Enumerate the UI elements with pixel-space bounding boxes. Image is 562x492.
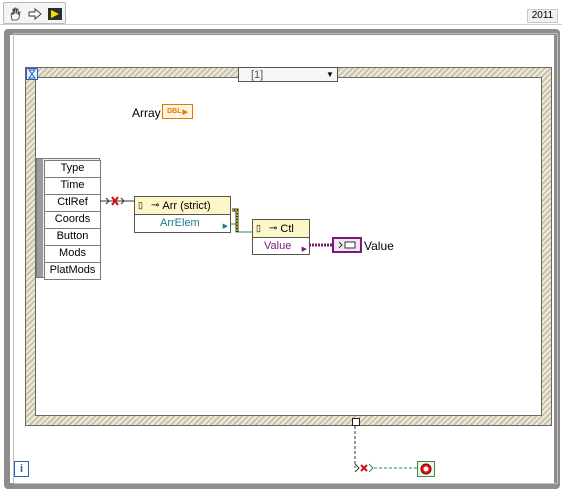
property-node-title: Ctl (280, 222, 294, 235)
output-arrow-icon: ▶ (301, 246, 307, 253)
property-label: Value (264, 240, 292, 252)
property-label: ArrElem (160, 217, 200, 229)
event-data-row[interactable]: Time (44, 177, 101, 195)
event-data-node-bar (37, 159, 43, 277)
stop-wire (354, 426, 418, 472)
stop-icon (420, 463, 432, 475)
divider (0, 24, 562, 25)
variant-wire (309, 243, 333, 247)
event-data-node[interactable]: Type Time CtlRef Coords Button Mods Plat… (36, 158, 101, 280)
key-icon: ⊸ (269, 223, 278, 234)
hand-icon[interactable] (6, 6, 24, 22)
event-data-row[interactable]: PlatMods (44, 262, 101, 280)
event-data-row[interactable]: Type (44, 160, 101, 178)
hourglass-icon (26, 68, 38, 80)
property-node-arr[interactable]: ▯ ⊸ Arr (strict) ArrElem ▶ (134, 196, 231, 233)
variant-indicator[interactable] (332, 237, 362, 253)
version-badge: 2011 (527, 9, 558, 23)
case-selector[interactable]: [1] ▼ (238, 67, 338, 82)
event-data-row[interactable]: Button (44, 228, 101, 246)
property-arrelem[interactable]: ArrElem ▶ (135, 215, 230, 231)
iteration-terminal[interactable]: i (14, 461, 29, 477)
toolbar (3, 2, 66, 24)
variant-icon (338, 241, 356, 249)
property-value[interactable]: Value ▶ (253, 238, 309, 254)
event-data-row[interactable]: Mods (44, 245, 101, 263)
document-icon: ▯ (138, 200, 143, 210)
document-icon: ▯ (256, 223, 261, 233)
array-terminal[interactable]: DBL ▶ (162, 104, 193, 119)
event-data-row[interactable]: CtlRef (44, 194, 101, 212)
property-node-ctl[interactable]: ▯ ⊸ Ctl Value ▶ (252, 219, 310, 255)
case-selector-label: [1] (251, 68, 264, 81)
array-type: DBL (167, 108, 182, 115)
coercion-wire (100, 196, 136, 206)
tunnel[interactable] (352, 418, 360, 426)
key-icon: ⊸ (151, 200, 160, 211)
chevron-down-icon[interactable]: ▼ (323, 70, 337, 79)
run-icon[interactable] (46, 6, 64, 22)
property-node-title: Arr (strict) (162, 199, 211, 212)
array-label: Array (132, 106, 161, 120)
event-data-row[interactable]: Coords (44, 211, 101, 229)
stop-condition[interactable] (417, 461, 435, 477)
arrow-icon[interactable] (26, 6, 44, 22)
output-arrow-icon: ▶ (222, 223, 228, 230)
value-label: Value (364, 239, 394, 253)
